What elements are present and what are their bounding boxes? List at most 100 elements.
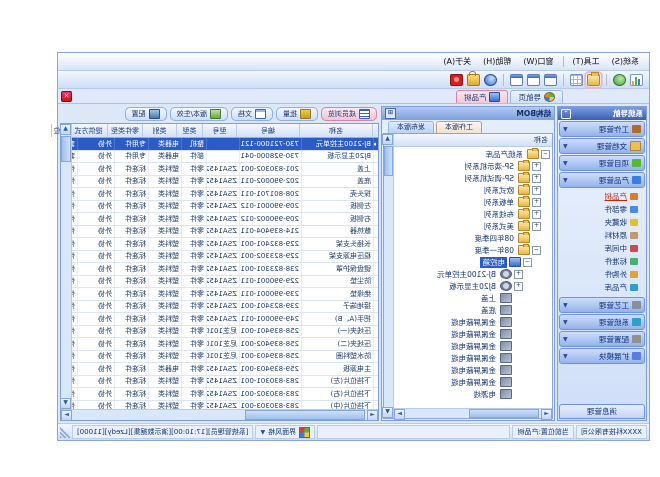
tree-node-16[interactable]: 金属屏蔽电缆: [394, 340, 552, 352]
expand-plus-icon[interactable]: +: [514, 270, 523, 279]
tree-vertical-scrollbar[interactable]: ▲ ▼: [384, 134, 394, 418]
tree-horizontal-scrollbar[interactable]: ◄ ►: [394, 408, 552, 418]
table-row[interactable]: 下挡位片(中)283-830303-001ZSA1452零件塑料类标准件外协件: [72, 401, 378, 410]
tree-node-6[interactable]: +美式系列: [394, 220, 552, 232]
nav-group-5[interactable]: 系统管理▼: [559, 314, 645, 330]
nav-group-3[interactable]: 产品管理▼: [559, 172, 645, 188]
column-header-类别[interactable]: 类别: [142, 124, 176, 137]
nav-item-中间库[interactable]: 中间库: [558, 242, 646, 255]
scroll-down-icon[interactable]: ▼: [382, 407, 393, 418]
tree-node-11[interactable]: +BJ20主显示板: [394, 280, 552, 292]
toolbar-button-文档[interactable]: 文档: [231, 107, 273, 121]
toolbar-button-配置[interactable]: 配置: [125, 107, 167, 121]
nav-item-产品树[interactable]: 产品树: [558, 190, 646, 203]
tree-node-4[interactable]: +单板系列: [394, 196, 552, 208]
scroll-left-icon[interactable]: ◄: [367, 410, 378, 421]
table-vscroll-thumb[interactable]: [61, 136, 71, 162]
scroll-up-icon[interactable]: ▲: [60, 124, 71, 135]
lock-icon[interactable]: [467, 74, 480, 86]
table-row[interactable]: 底盖202-990002-011ZSA1452零件塑料类标准件外协件: [72, 176, 378, 189]
scroll-left-icon[interactable]: ◄: [541, 409, 552, 420]
tree-column-header[interactable]: 名称: [394, 134, 552, 147]
table-row[interactable]: BJ20主显示板730-928000-041部件电器类专用件外协套: [72, 151, 378, 164]
chart-icon[interactable]: [630, 74, 643, 86]
table-row[interactable]: 接地端子239-823401-001ZSA1452零件塑料类标准件外协件: [72, 301, 378, 314]
tree-node-18[interactable]: 金属屏蔽电缆: [394, 364, 552, 376]
nav-item-原材料[interactable]: 原材料: [558, 229, 646, 242]
table-row[interactable]: 把手(A、B)249-990001-011ZSA1452零件塑料类标准件外协件: [72, 313, 378, 326]
window1-icon[interactable]: [544, 74, 557, 86]
table-row[interactable]: ▸BJ-2100主控单元730-721000-121整机电器类专用件外协套: [72, 138, 378, 151]
tree-node-7[interactable]: 08年四季度: [394, 232, 552, 244]
tree-node-10[interactable]: +BJ-2100主控单元: [394, 268, 552, 280]
collapse-minus-icon[interactable]: −: [541, 150, 550, 159]
tree-node-5[interactable]: +布线系列: [394, 208, 552, 220]
scroll-down-icon[interactable]: ▼: [60, 398, 71, 409]
table-row[interactable]: 防尘垫229-990001-011ZSA1452零件塑料类标准件外协件: [72, 276, 378, 289]
toolbar-button-版本/生效[interactable]: 版本/生效: [170, 107, 228, 121]
table-row[interactable]: 长插头支架229-832401-001ZSA1452零件塑料类标准件外协件: [72, 238, 378, 251]
menu-item-3[interactable]: 窗口(W): [517, 55, 559, 68]
nav-item-外购件[interactable]: 外购件: [558, 268, 646, 281]
version-tab-1[interactable]: 发布版本: [388, 121, 434, 133]
tree-vscroll-thumb[interactable]: [384, 146, 393, 176]
version-tab-0[interactable]: 工作版本: [436, 121, 482, 133]
exit-icon[interactable]: [450, 74, 463, 86]
toolbar-button-批量[interactable]: 批量: [276, 107, 318, 121]
table-row[interactable]: 键盘保护罩238-823301-001ZSA1452零件塑料类标准件外协件: [72, 263, 378, 276]
expand-plus-icon[interactable]: +: [514, 282, 523, 291]
table-hscroll-thumb[interactable]: [245, 410, 365, 420]
table-row[interactable]: 防水塑料圈258-839403-001尼芝1010零件塑料类标准件外协件: [72, 351, 378, 364]
nav-item-收藏夹[interactable]: 收藏夹: [558, 216, 646, 229]
expand-plus-icon[interactable]: +: [532, 174, 541, 183]
tree-node-2[interactable]: +SP-调试机系列: [394, 172, 552, 184]
tree-node-8[interactable]: −08年一季度: [394, 244, 552, 256]
globe-icon[interactable]: [613, 74, 626, 86]
column-header-提供方式[interactable]: 提供方式: [69, 124, 107, 137]
table-row[interactable]: 上盖201-830302-001ZSA1452零件塑料类标准件外协件: [72, 163, 378, 176]
nav-item-标准件[interactable]: 标准件: [558, 255, 646, 268]
table-row[interactable]: 下挡位片(左)283-830301-001ZSA1452零件塑料类标准件外协件: [72, 376, 378, 389]
help-ball-icon[interactable]: [484, 74, 497, 86]
nav-group-6[interactable]: 配置管理▼: [559, 331, 645, 347]
status-style-selector[interactable]: 界面风格 ▼: [255, 425, 315, 439]
window2-icon[interactable]: [527, 74, 540, 86]
expand-plus-icon[interactable]: +: [532, 222, 541, 231]
scroll-right-icon[interactable]: ►: [61, 410, 72, 421]
menu-item-4[interactable]: 帮助(H): [477, 55, 517, 68]
tree-node-15[interactable]: 金属屏蔽电缆: [394, 328, 552, 340]
table-row[interactable]: 压线夹(二)258-839402-001尼芝1010零件塑料类标准件外协件: [72, 338, 378, 351]
tree-node-9[interactable]: −电控箱: [394, 256, 552, 268]
nav-group-4[interactable]: 工艺管理▼: [559, 297, 645, 313]
tree-node-3[interactable]: +欧式系列: [394, 184, 552, 196]
table-icon[interactable]: [570, 74, 583, 86]
nav-group-7[interactable]: 扩展模块▼: [559, 348, 645, 364]
column-header-名称[interactable]: 名称: [299, 124, 372, 137]
toolbar-button-成员浏览[interactable]: 成员浏览: [321, 107, 377, 121]
table-row[interactable]: 探头壳208-801701-011ZSA1452零件塑料类标准件外协件: [72, 188, 378, 201]
column-header-型号[interactable]: 型号: [202, 124, 236, 137]
tree-node-20[interactable]: 电源线: [394, 388, 552, 400]
table-row[interactable]: 压线夹(一)258-839401-001尼芝1010零件塑料类标准件外协件: [72, 326, 378, 339]
menu-item-0[interactable]: 系统(S): [606, 55, 645, 68]
tree-node-1[interactable]: +SP-演示机系列: [394, 160, 552, 172]
expand-plus-icon[interactable]: +: [532, 186, 541, 195]
nav-group-1[interactable]: 文档管理▼: [559, 138, 645, 154]
table-row[interactable]: 主电源板259-839403-001ZSA1452零件电器类标准件外协件: [72, 363, 378, 376]
column-header-零件类型[interactable]: 零件类型: [107, 124, 142, 137]
tree-node-14[interactable]: 金属屏蔽电缆: [394, 316, 552, 328]
menu-item-1[interactable]: 工具(T): [567, 55, 606, 68]
expand-plus-icon[interactable]: +: [532, 210, 541, 219]
pin-button[interactable]: ⊞: [385, 108, 396, 119]
table-row[interactable]: 绝缘垫239-990001-011ZSA1452零件塑料类标准件外协件: [72, 288, 378, 301]
collapse-minus-icon[interactable]: −: [523, 258, 532, 267]
tree-hscroll-thumb[interactable]: [469, 409, 539, 418]
table-horizontal-scrollbar[interactable]: ◄ ►: [61, 409, 378, 420]
expand-plus-icon[interactable]: +: [532, 162, 541, 171]
nav-item-零部件[interactable]: 零部件: [558, 203, 646, 216]
tree-node-12[interactable]: 上盖: [394, 292, 552, 304]
nav-group-0[interactable]: 工作管理▼: [559, 121, 645, 137]
doc-tab-0[interactable]: 导航页: [511, 90, 564, 103]
table-row[interactable]: 左侧板209-990001-012ZSA1452零件塑料类标准件外协件: [72, 201, 378, 214]
table-row[interactable]: 散热器214-839404-011ZSA1452零件塑料类标准件外协件: [72, 226, 378, 239]
